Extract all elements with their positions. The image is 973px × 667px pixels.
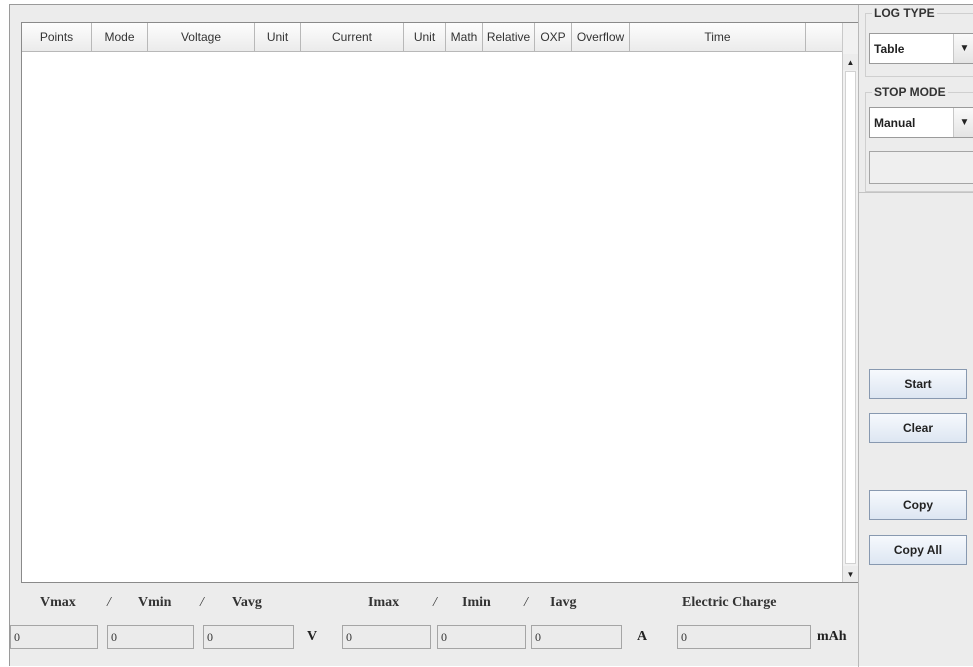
column-header-math[interactable]: Math bbox=[446, 23, 483, 51]
log-type-value: Table bbox=[874, 41, 905, 56]
log-table: Points Mode Voltage Unit Current Unit Ma… bbox=[21, 22, 859, 583]
imax-field[interactable]: 0 bbox=[342, 625, 431, 649]
vavg-field[interactable]: 0 bbox=[203, 625, 294, 649]
charge-unit-label: mAh bbox=[817, 629, 847, 644]
column-header-filler bbox=[806, 23, 842, 51]
chevron-down-icon[interactable]: ▼ bbox=[953, 34, 973, 63]
vavg-label: Vavg bbox=[232, 595, 262, 610]
table-header: Points Mode Voltage Unit Current Unit Ma… bbox=[22, 23, 842, 52]
data-log-window: Points Mode Voltage Unit Current Unit Ma… bbox=[9, 4, 973, 667]
column-header-time[interactable]: Time bbox=[630, 23, 806, 51]
imin-field[interactable]: 0 bbox=[437, 625, 526, 649]
scroll-up-icon[interactable]: ▲ bbox=[843, 54, 858, 70]
stop-mode-title: STOP MODE bbox=[872, 85, 948, 99]
column-header-mode[interactable]: Mode bbox=[92, 23, 148, 51]
slash-separator: / bbox=[524, 595, 528, 610]
current-unit-label: A bbox=[637, 629, 648, 644]
log-type-title: LOG TYPE bbox=[872, 6, 937, 20]
chevron-down-icon[interactable]: ▼ bbox=[953, 108, 973, 137]
voltage-unit-label: V bbox=[307, 629, 318, 644]
vmax-field[interactable]: 0 bbox=[10, 625, 98, 649]
column-header-points[interactable]: Points bbox=[22, 23, 92, 51]
stop-mode-select[interactable]: Manual ▼ bbox=[869, 107, 973, 138]
clear-button[interactable]: Clear bbox=[869, 413, 967, 443]
iavg-field[interactable]: 0 bbox=[531, 625, 622, 649]
column-header-oxp[interactable]: OXP bbox=[535, 23, 572, 51]
imin-label: Imin bbox=[462, 595, 491, 610]
table-body[interactable] bbox=[22, 52, 842, 582]
slash-separator: / bbox=[433, 595, 437, 610]
log-type-select[interactable]: Table ▼ bbox=[869, 33, 973, 64]
scroll-down-icon[interactable]: ▼ bbox=[843, 566, 858, 582]
stop-mode-group: STOP MODE Manual ▼ bbox=[865, 85, 973, 192]
column-header-voltage-unit[interactable]: Unit bbox=[255, 23, 301, 51]
imax-label: Imax bbox=[368, 595, 400, 610]
start-button[interactable]: Start bbox=[869, 369, 967, 399]
column-header-voltage[interactable]: Voltage bbox=[148, 23, 255, 51]
column-header-current-unit[interactable]: Unit bbox=[404, 23, 446, 51]
control-panel: LOG TYPE Table ▼ STOP MODE Manual ▼ Star… bbox=[858, 5, 973, 667]
scrollbar-track[interactable] bbox=[845, 71, 856, 564]
log-type-group: LOG TYPE Table ▼ bbox=[865, 6, 973, 77]
column-header-relative[interactable]: Relative bbox=[483, 23, 535, 51]
vertical-scrollbar[interactable]: ▲ ▼ bbox=[842, 23, 858, 582]
vmin-label: Vmin bbox=[138, 595, 172, 610]
slash-separator: / bbox=[200, 595, 204, 610]
vmax-label: Vmax bbox=[40, 595, 76, 610]
electric-charge-field[interactable]: 0 bbox=[677, 625, 811, 649]
vmin-field[interactable]: 0 bbox=[107, 625, 194, 649]
stop-mode-value: Manual bbox=[874, 115, 916, 130]
iavg-label: Iavg bbox=[550, 595, 577, 610]
copy-button[interactable]: Copy bbox=[869, 490, 967, 520]
copy-all-button[interactable]: Copy All bbox=[869, 535, 967, 565]
column-header-current[interactable]: Current bbox=[301, 23, 404, 51]
slash-separator: / bbox=[107, 595, 111, 610]
settings-area: LOG TYPE Table ▼ STOP MODE Manual ▼ bbox=[859, 5, 973, 193]
electric-charge-label: Electric Charge bbox=[682, 595, 777, 610]
stop-mode-input[interactable] bbox=[869, 151, 973, 184]
column-header-overflow[interactable]: Overflow bbox=[572, 23, 630, 51]
